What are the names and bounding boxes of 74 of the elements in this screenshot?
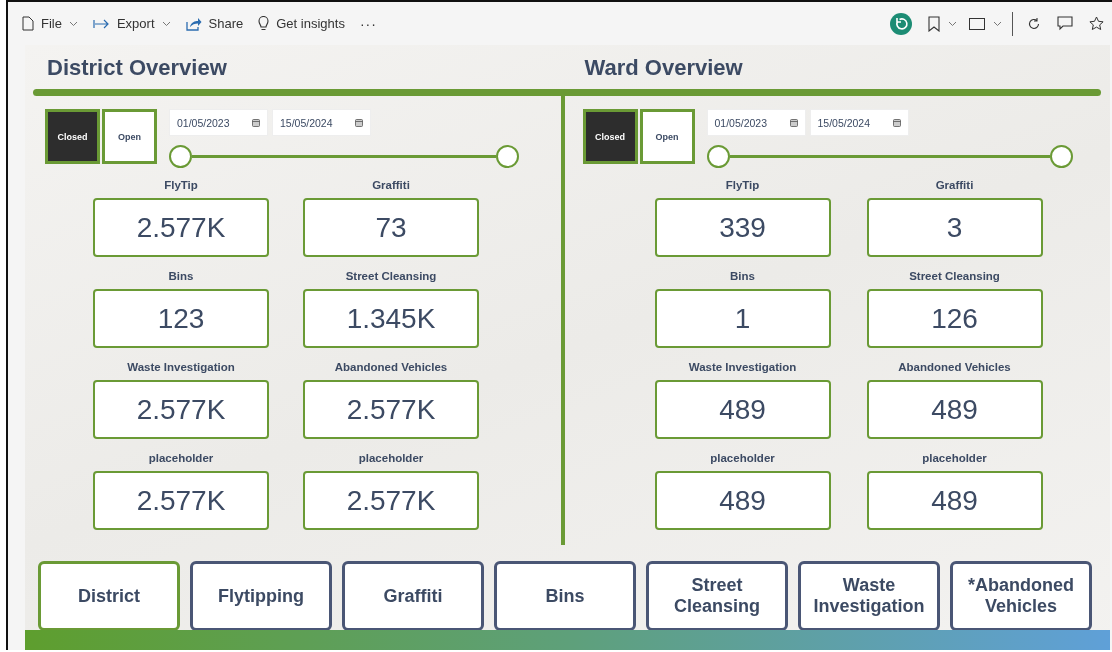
- more-button[interactable]: ···: [353, 15, 386, 32]
- date-field[interactable]: 15/05/2024: [272, 109, 371, 136]
- panel-title: Ward Overview: [583, 55, 744, 82]
- card-label: Graffiti: [934, 179, 975, 193]
- panel-title: District Overview: [46, 55, 228, 82]
- slider-handle[interactable]: [169, 145, 192, 168]
- date-field[interactable]: 01/05/2023: [169, 109, 268, 136]
- status-toggle[interactable]: Closed: [582, 109, 638, 164]
- metric-card: 2.577K: [93, 471, 269, 530]
- metric-card: 73: [303, 198, 479, 257]
- chevron-icon[interactable]: [993, 20, 1002, 27]
- card-label: Bins: [167, 270, 195, 284]
- metric-card: 489: [654, 380, 831, 439]
- metric-card: 1.345K: [303, 289, 479, 348]
- slider-handle[interactable]: [706, 145, 730, 168]
- window-icon[interactable]: [969, 17, 985, 30]
- metric-card: 2.577K: [303, 380, 479, 439]
- toolbar-button[interactable]: File: [16, 16, 87, 31]
- metric-card: 489: [654, 471, 831, 530]
- refresh-badge-icon[interactable]: [890, 12, 912, 35]
- card-label: Abandoned Vehicles: [333, 361, 449, 375]
- document-icon: [22, 16, 34, 31]
- metric-card: 123: [93, 289, 269, 348]
- card-label: placeholder: [709, 452, 776, 466]
- calendar-icon: [252, 118, 260, 127]
- slider-handle[interactable]: [496, 145, 519, 168]
- nav-button[interactable]: Street Cleansing: [646, 561, 788, 631]
- nav-button[interactable]: District: [38, 561, 180, 631]
- card-label: FlyTip: [163, 179, 199, 193]
- metric-card: 3: [866, 198, 1043, 257]
- nav-button[interactable]: Bins: [494, 561, 636, 631]
- toolbar-button[interactable]: Export: [86, 16, 180, 31]
- nav-button[interactable]: *Abandoned Vehicles: [950, 561, 1092, 631]
- bookmark-icon[interactable]: [928, 15, 940, 32]
- calendar-icon: [789, 118, 798, 127]
- status-toggle[interactable]: Open: [102, 109, 157, 164]
- card-label: placeholder: [147, 452, 215, 466]
- nav-button[interactable]: Waste Investigation: [798, 561, 940, 631]
- calendar-icon: [892, 118, 901, 127]
- metric-card: 2.577K: [93, 198, 269, 257]
- toolbar-button[interactable]: Get insights: [252, 15, 354, 32]
- card-label: placeholder: [921, 452, 988, 466]
- card-label: FlyTip: [724, 179, 761, 193]
- card-label: placeholder: [357, 452, 425, 466]
- card-label: Street Cleansing: [344, 270, 438, 284]
- status-toggle[interactable]: Open: [639, 109, 695, 164]
- metric-card: 339: [654, 198, 831, 257]
- card-label: Waste Investigation: [126, 361, 236, 375]
- date-field[interactable]: 01/05/2023: [706, 109, 806, 136]
- metric-card: 2.577K: [303, 471, 479, 530]
- refresh-icon[interactable]: [1027, 16, 1041, 31]
- date-field[interactable]: 15/05/2024: [809, 109, 909, 136]
- card-label: Graffiti: [371, 179, 411, 193]
- nav-button[interactable]: Flytipping: [190, 561, 332, 631]
- chevron-icon[interactable]: [948, 20, 957, 27]
- calendar-icon: [355, 118, 363, 127]
- slider-handle[interactable]: [1049, 145, 1073, 168]
- metric-card: 1: [654, 289, 831, 348]
- metric-card: 489: [866, 471, 1043, 530]
- status-toggle[interactable]: Closed: [45, 109, 100, 164]
- card-label: Waste Investigation: [687, 361, 798, 375]
- arrow-icon: [92, 18, 110, 29]
- star-icon[interactable]: [1089, 16, 1104, 31]
- card-label: Abandoned Vehicles: [897, 361, 1012, 375]
- share-icon: [185, 16, 202, 31]
- comment-icon[interactable]: [1057, 16, 1073, 31]
- lightbulb-icon: [258, 15, 270, 32]
- metric-card: 2.577K: [93, 380, 269, 439]
- card-label: Street Cleansing: [908, 270, 1001, 284]
- toolbar-button[interactable]: Share: [179, 16, 253, 31]
- nav-button[interactable]: Graffiti: [342, 561, 484, 631]
- card-label: Bins: [729, 270, 756, 284]
- metric-card: 126: [866, 289, 1043, 348]
- metric-card: 489: [866, 380, 1043, 439]
